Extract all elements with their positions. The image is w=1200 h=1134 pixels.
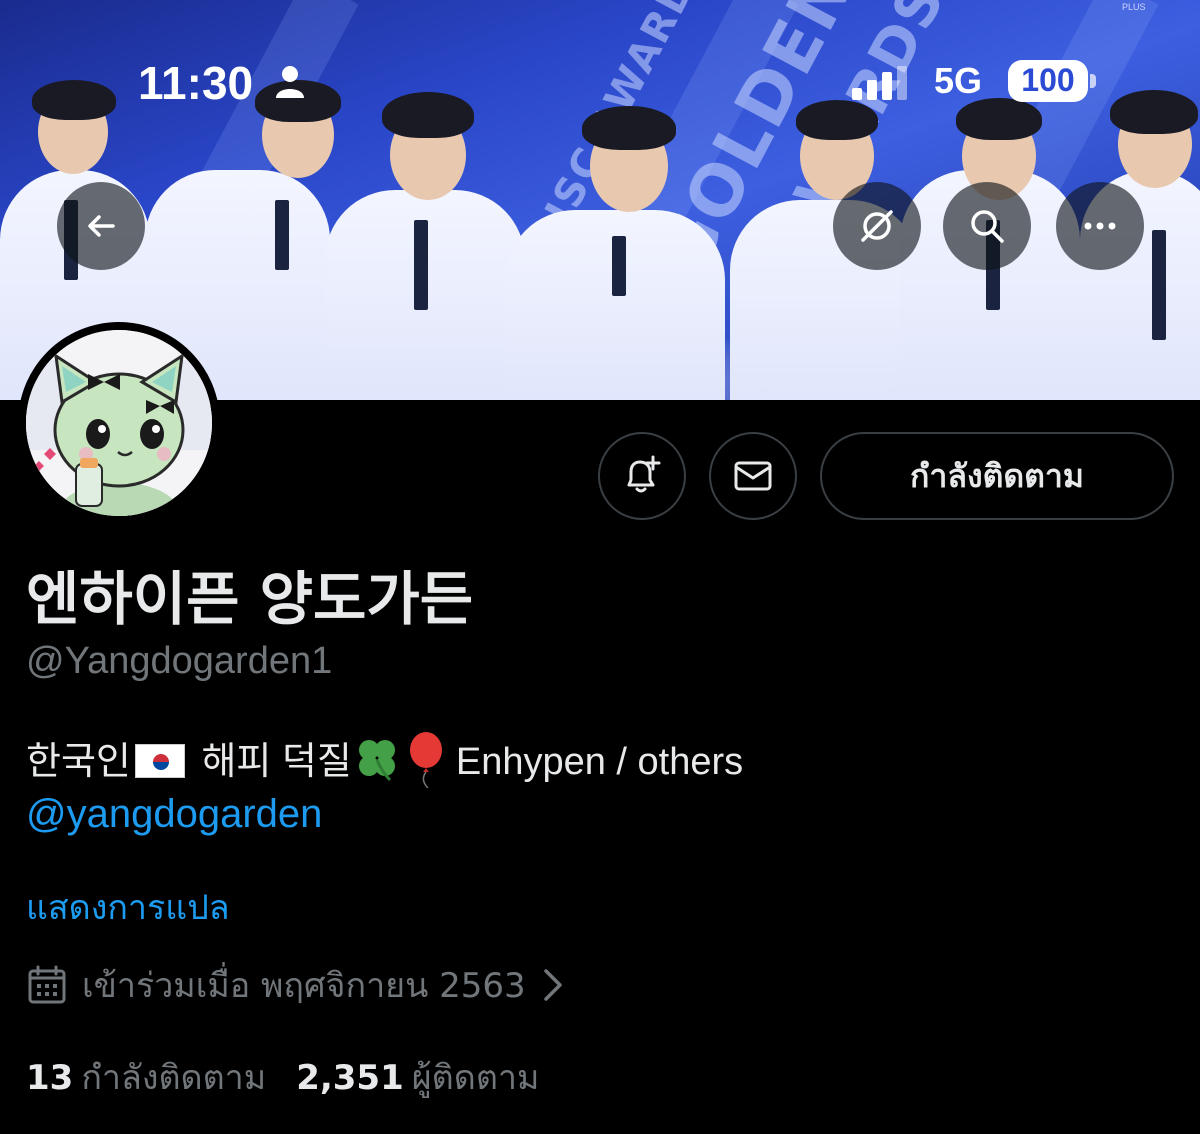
following-stat[interactable]: 13 กำลังติดตาม — [26, 1050, 266, 1104]
chevron-right-icon — [543, 969, 562, 1001]
battery-level: 100 — [1021, 62, 1075, 98]
joined-date-text: เข้าร่วมเมื่อ พฤศจิกายน 2563 — [82, 966, 526, 1006]
grok-button[interactable] — [833, 182, 921, 270]
following-label: กำลังติดตาม — [81, 1058, 267, 1098]
search-button[interactable] — [943, 182, 1031, 270]
red-balloon-emoji — [409, 732, 442, 788]
bio: 한국인 해피 덕질 Enhypen / others — [26, 730, 743, 788]
status-bar: 11:30 5G 100 PLUS — [0, 0, 1200, 160]
grok-icon — [861, 210, 893, 242]
following-count: 13 — [26, 1058, 74, 1098]
battery-cap — [1090, 74, 1096, 88]
signal-icon — [852, 66, 907, 100]
back-arrow-icon — [88, 215, 115, 237]
status-time: 11:30 — [138, 57, 254, 109]
avatar[interactable] — [18, 322, 220, 524]
message-icon — [734, 461, 772, 491]
four-leaf-clover-emoji — [358, 740, 395, 782]
bio-mention-link[interactable]: @yangdogarden — [26, 792, 322, 837]
search-icon — [971, 210, 1004, 243]
followers-label: ผู้ติดตาม — [411, 1058, 540, 1098]
message-button[interactable] — [709, 432, 797, 520]
cat-character-image — [26, 330, 212, 516]
more-icon — [1084, 222, 1116, 230]
person-icon — [276, 66, 304, 98]
network-label: 5G — [934, 60, 983, 101]
follow-stats: 13 กำลังติดตาม 2,351 ผู้ติดตาม — [26, 1050, 539, 1104]
display-name: 엔하이픈 양도가든 — [26, 565, 474, 633]
joined-date[interactable]: เข้าร่วมเมื่อ พฤศจิกายน 2563 — [26, 960, 566, 1010]
bio-text-korean: 한국인 — [26, 741, 131, 783]
handle: @Yangdogarden1 — [26, 640, 333, 682]
battery-indicator: 100 — [1008, 60, 1088, 102]
bio-text-groups: Enhypen / others — [455, 741, 744, 783]
followers-stat[interactable]: 2,351 ผู้ติดตาม — [296, 1050, 539, 1104]
more-button[interactable] — [1056, 182, 1144, 270]
calendar-icon — [28, 965, 66, 1004]
bio-text-happy: 해피 덕질 — [201, 741, 352, 783]
korea-flag-emoji — [134, 744, 185, 778]
followers-count: 2,351 — [296, 1058, 404, 1098]
corner-tag: PLUS — [1122, 2, 1146, 12]
following-button[interactable]: กำลังติดตาม — [820, 432, 1174, 520]
avatar-image — [26, 330, 212, 516]
notifications-button[interactable] — [598, 432, 686, 520]
translate-link[interactable]: แสดงการแปล — [26, 880, 230, 934]
back-button[interactable] — [57, 182, 145, 270]
bell-plus-icon — [627, 455, 661, 493]
